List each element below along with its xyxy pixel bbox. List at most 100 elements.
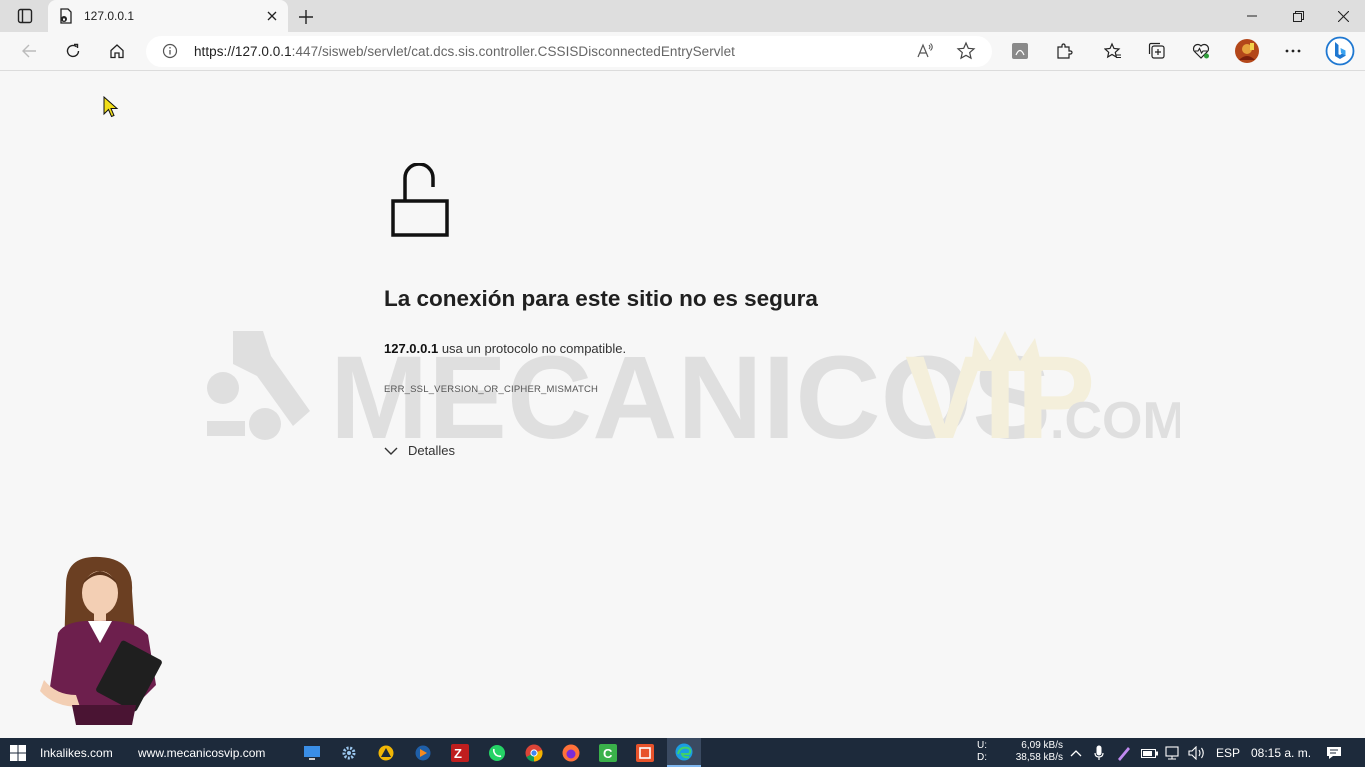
collections-icon — [1148, 42, 1165, 59]
taskbar-app-whatsapp[interactable] — [486, 742, 508, 764]
close-window-button[interactable] — [1320, 0, 1365, 32]
taskbar-app-recorder[interactable] — [634, 742, 656, 764]
taskbar-app-chrome[interactable] — [523, 742, 545, 764]
secure-doc-icon — [60, 8, 72, 24]
tab-actions-icon — [17, 8, 33, 24]
details-label: Detalles — [408, 443, 455, 458]
extensions-button[interactable] — [1049, 37, 1079, 65]
recorder-icon — [636, 744, 654, 762]
upload-label: U: — [977, 740, 987, 751]
minimize-button[interactable] — [1229, 0, 1275, 32]
network-speed: U: 6,09 kB/s D: 38,58 kB/s — [977, 740, 1063, 764]
title-bar: 127.0.0.1 — [0, 0, 1365, 32]
camtasia-icon: C — [599, 744, 617, 762]
show-hidden-icons-button[interactable] — [1070, 738, 1082, 767]
error-description: 127.0.0.1 usa un protocolo no compatible… — [384, 341, 626, 356]
windows-icon — [10, 744, 26, 761]
upload-row: U: 6,09 kB/s — [977, 740, 1063, 752]
browser-toolbar: https://127.0.0.1:447/sisweb/servlet/cat… — [0, 32, 1365, 71]
chevron-down-icon — [384, 447, 398, 455]
error-code: ERR_SSL_VERSION_OR_CIPHER_MISMATCH — [384, 384, 599, 395]
download-row: D: 38,58 kB/s — [977, 752, 1063, 764]
pen-tray-button[interactable] — [1116, 738, 1132, 767]
close-icon — [1337, 10, 1349, 22]
gear-icon — [342, 746, 356, 760]
error-heading: La conexión para este sitio no es segura — [384, 286, 818, 311]
whatsapp-icon — [489, 745, 505, 761]
error-description-rest: usa un protocolo no compatible. — [438, 341, 627, 356]
taskbar-app-firefox[interactable] — [560, 742, 582, 764]
svg-text:C: C — [603, 746, 613, 761]
heart-pulse-icon — [1192, 43, 1210, 59]
error-page: MECANICOS VIP .COM La conexión para este… — [0, 71, 1365, 738]
monitor-icon — [304, 746, 320, 760]
taskbar-app-filezilla[interactable]: Z — [449, 742, 471, 764]
watermark-logo: MECANICOS VIP .COM — [207, 331, 1180, 451]
taskbar-app-edge[interactable] — [667, 738, 701, 767]
chevron-up-icon — [1070, 749, 1082, 756]
mouse-cursor — [103, 96, 119, 118]
error-host: 127.0.0.1 — [384, 341, 439, 356]
star-icon[interactable] — [956, 41, 976, 61]
url-text[interactable]: https://127.0.0.1:447/sisweb/servlet/cat… — [194, 44, 735, 59]
taskbar-label-inkalikes[interactable]: Inkalikes.com — [40, 738, 113, 767]
volume-tray-button[interactable] — [1188, 738, 1206, 767]
profile-button[interactable] — [1232, 37, 1262, 65]
volume-icon — [1188, 745, 1204, 760]
filezilla-icon: Z — [451, 744, 469, 762]
microphone-icon — [1094, 745, 1104, 760]
back-icon — [22, 44, 36, 58]
taskbar: Inkalikes.com www.mecanicosvip.com Z C U… — [0, 738, 1365, 767]
tab-actions-button[interactable] — [8, 4, 42, 28]
minimize-icon — [1247, 15, 1257, 17]
clock[interactable]: 08:15 a. m. — [1251, 738, 1311, 767]
collections-button[interactable] — [1142, 37, 1172, 65]
arrow-icon — [415, 745, 431, 761]
bing-icon — [1325, 36, 1355, 66]
lock-open-icon — [391, 163, 449, 237]
taskbar-app-arrow[interactable] — [412, 742, 434, 764]
taskbar-app-warning[interactable] — [375, 742, 397, 764]
chrome-icon — [525, 744, 543, 762]
favorites-button[interactable] — [1098, 37, 1128, 65]
battery-tray-button[interactable] — [1141, 738, 1159, 767]
upload-rate: 6,09 kB/s — [1021, 740, 1063, 751]
network-icon — [1165, 745, 1179, 759]
notification-icon — [1327, 746, 1341, 759]
back-button[interactable] — [14, 37, 44, 65]
home-button[interactable] — [102, 37, 132, 65]
home-icon — [110, 44, 124, 59]
notifications-button[interactable] — [1326, 738, 1342, 767]
url-host: https://127.0.0.1 — [194, 44, 292, 59]
taskbar-app-desktop[interactable] — [301, 742, 323, 764]
microphone-tray-button[interactable] — [1094, 738, 1104, 767]
restore-button[interactable] — [1275, 0, 1321, 32]
more-menu-button[interactable] — [1278, 37, 1308, 65]
start-button[interactable] — [10, 738, 26, 767]
taskbar-label-mecanicosvip[interactable]: www.mecanicosvip.com — [138, 738, 265, 767]
watermark-com-text: .COM — [1050, 392, 1180, 450]
taskbar-app-settings[interactable] — [338, 742, 360, 764]
profile-icon — [1235, 39, 1259, 63]
details-toggle[interactable]: Detalles — [384, 443, 455, 458]
new-tab-button[interactable] — [294, 5, 318, 29]
tab-close-button[interactable] — [261, 5, 283, 27]
read-aloud-icon[interactable] — [916, 42, 934, 60]
browser-essentials-button[interactable] — [1186, 37, 1216, 65]
more-icon — [1285, 49, 1301, 53]
info-icon[interactable] — [162, 43, 178, 59]
edge-icon — [675, 743, 693, 760]
download-label: D: — [977, 752, 987, 763]
pdf-extension-button[interactable] — [1005, 37, 1035, 65]
bing-copilot-button[interactable] — [1323, 35, 1357, 67]
restore-icon — [1292, 10, 1304, 22]
mascot-avatar — [40, 556, 162, 725]
download-rate: 38,58 kB/s — [1015, 752, 1063, 763]
active-tab[interactable]: 127.0.0.1 — [48, 0, 288, 32]
language-indicator[interactable]: ESP — [1216, 738, 1240, 767]
network-tray-button[interactable] — [1165, 738, 1181, 767]
refresh-icon — [66, 43, 80, 58]
taskbar-app-camtasia[interactable]: C — [597, 742, 619, 764]
address-bar[interactable]: https://127.0.0.1:447/sisweb/servlet/cat… — [146, 36, 992, 67]
refresh-button[interactable] — [58, 37, 88, 65]
